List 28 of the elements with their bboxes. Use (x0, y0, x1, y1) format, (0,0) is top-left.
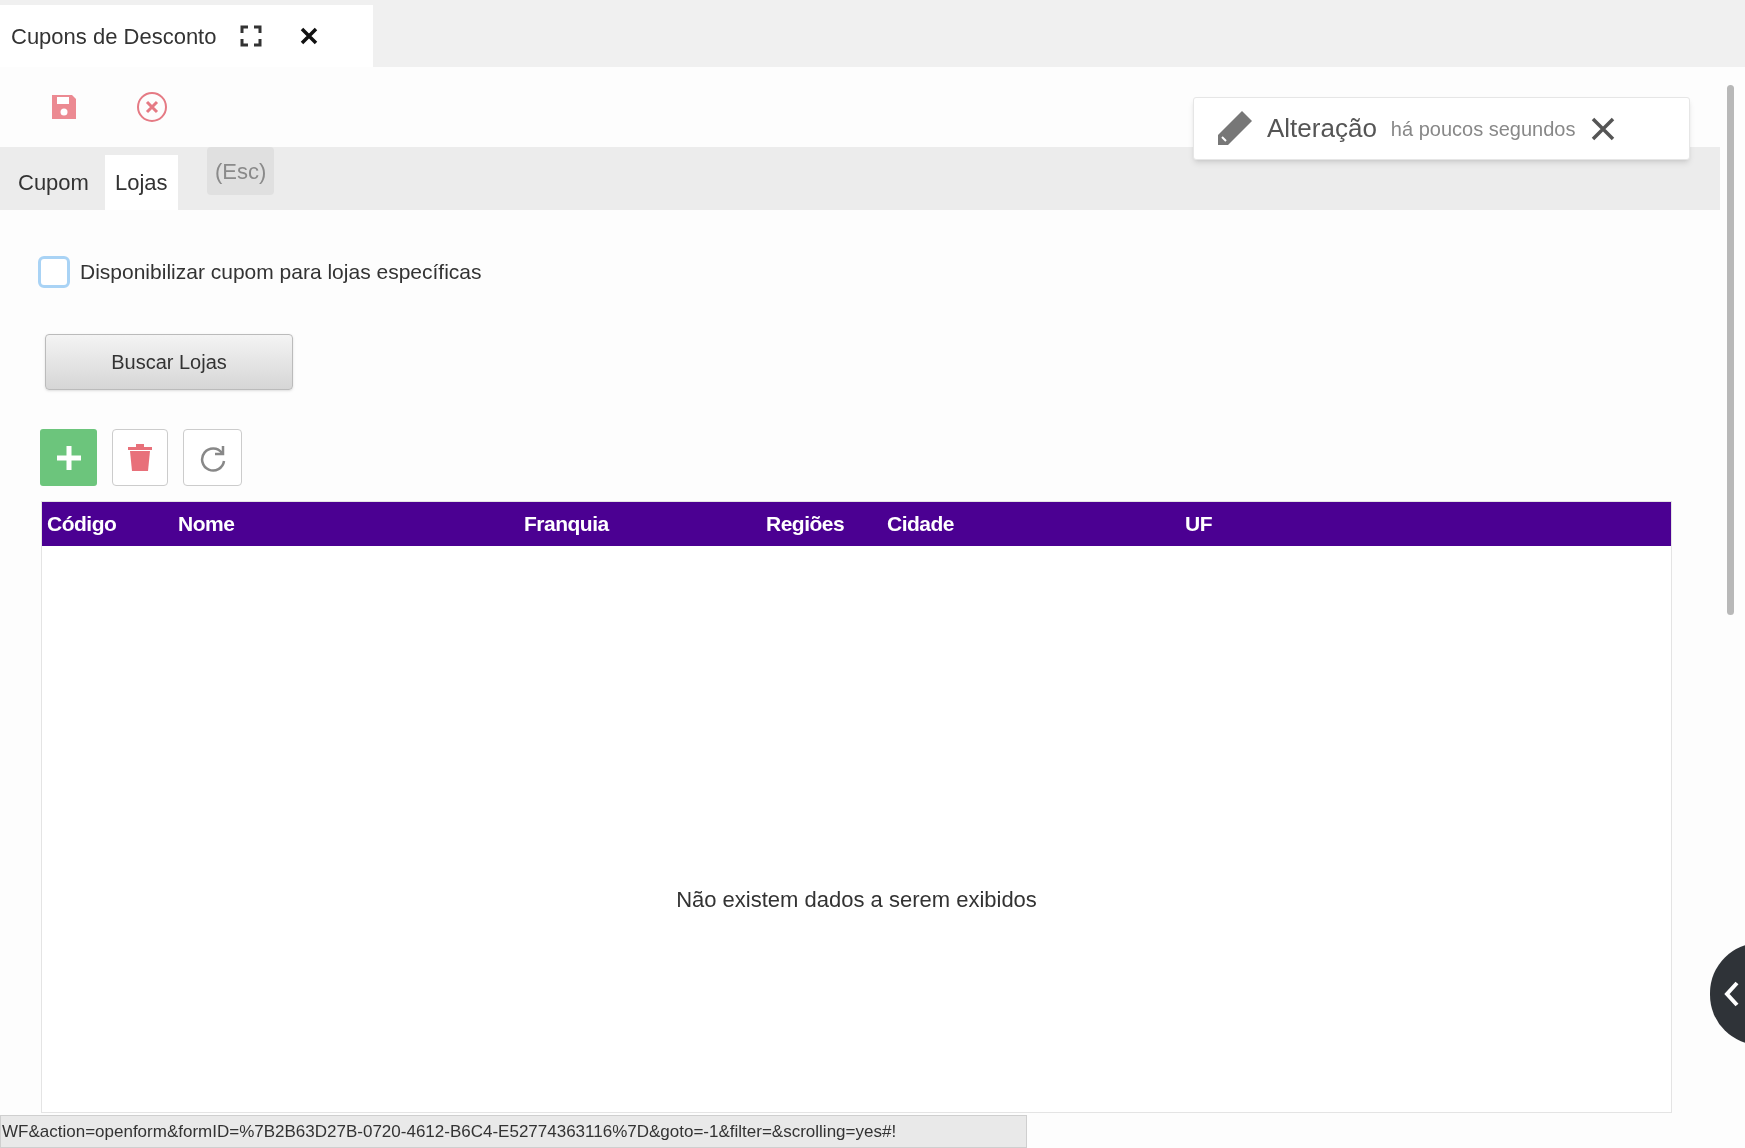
trash-icon (127, 443, 153, 472)
column-header: Cidade (887, 512, 954, 536)
close-icon[interactable] (300, 27, 319, 45)
column-header: Franquia (524, 512, 609, 536)
refresh-button[interactable] (183, 429, 242, 486)
notification-time: há poucos segundos (1390, 116, 1576, 142)
save-icon[interactable] (50, 93, 78, 121)
document-tab[interactable]: Cupons de Desconto (0, 5, 373, 67)
add-button[interactable] (40, 429, 97, 486)
notification-title: Alteração (1267, 112, 1377, 145)
checkbox-label: Disponibilizar cupom para lojas específicas (80, 259, 482, 286)
status-bar: WF&action=openform&formID=%7B2B63D27B-0720-4612-B6C4-E52774363116%7D&goto=-1&filter=&scrolling=yes#! (0, 1115, 1027, 1148)
tooltip: (Esc) (207, 147, 275, 195)
empty-message: Não existem dados a serem exibidos (676, 885, 1037, 914)
tab-title: Cupons de Desconto (11, 22, 217, 51)
chevron-left-icon (1724, 981, 1740, 1007)
cancel-icon[interactable] (136, 91, 168, 123)
plus-icon (54, 443, 83, 472)
delete-button[interactable] (112, 429, 168, 486)
checkbox[interactable] (38, 256, 70, 288)
column-header: Nome (178, 512, 235, 536)
column-header: UF (1185, 512, 1212, 536)
maximize-icon[interactable] (240, 25, 263, 47)
search-stores-button[interactable]: Buscar Lojas (45, 334, 293, 390)
close-icon[interactable] (1591, 116, 1616, 141)
column-header: Regiões (766, 512, 845, 536)
column-header: Código (47, 512, 117, 536)
tab[interactable]: Lojas (104, 155, 178, 210)
